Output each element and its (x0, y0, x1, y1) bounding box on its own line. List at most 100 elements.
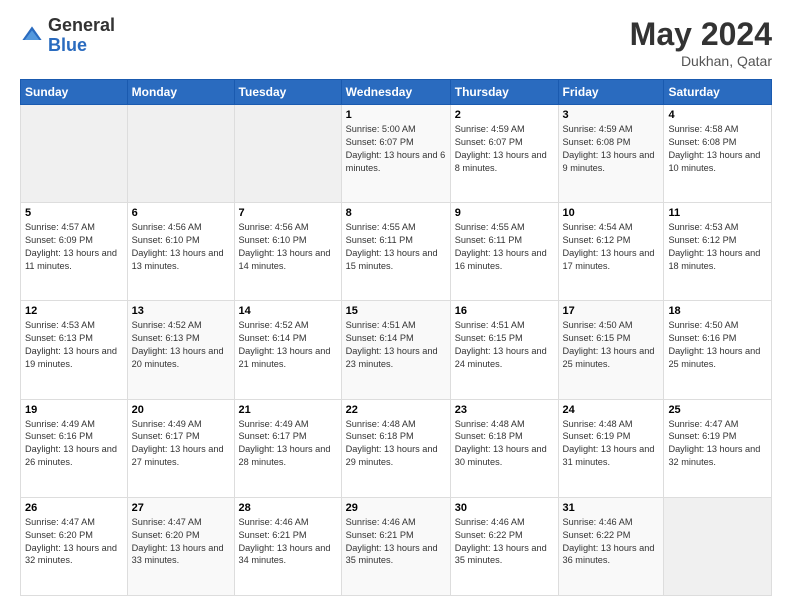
calendar-cell: 7Sunrise: 4:56 AM Sunset: 6:10 PM Daylig… (234, 203, 341, 301)
logo-icon (20, 24, 44, 48)
calendar-cell: 26Sunrise: 4:47 AM Sunset: 6:20 PM Dayli… (21, 497, 128, 595)
calendar-cell: 30 Sunrise: 4:46 AM Sunset: 6:22 PM Dayli… (450, 497, 558, 595)
day-info: Sunrise: 4:48 AM Sunset: 6:19 PM Dayligh… (563, 418, 660, 470)
calendar-cell: 31Sunrise: 4:46 AM Sunset: 6:22 PM Dayli… (558, 497, 664, 595)
day-number: 12 (25, 305, 123, 317)
calendar-cell: 17 Sunrise: 4:50 AM Sunset: 6:15 PM Dayli… (558, 301, 664, 399)
calendar-cell: 16 Sunrise: 4:51 AM Sunset: 6:15 PM Dayli… (450, 301, 558, 399)
title-block: May 2024 Dukhan, Qatar (630, 16, 772, 69)
day-info: Sunrise: 4:56 AM Sunset: 6:10 PM Dayligh… (239, 221, 337, 273)
calendar-cell: 14 Sunrise: 4:52 AM Sunset: 6:14 PM Dayli… (234, 301, 341, 399)
main-title: May 2024 (630, 16, 772, 53)
day-info: Sunrise: 4:53 AM Sunset: 6:12 PM Dayligh… (668, 221, 767, 273)
day-info: Sunrise: 4:48 AM Sunset: 6:18 PM Dayligh… (346, 418, 446, 470)
day-info: Sunrise: 4:48 AM Sunset: 6:18 PM Dayligh… (455, 418, 554, 470)
logo-blue: Blue (48, 36, 115, 56)
calendar-cell: 24Sunrise: 4:48 AM Sunset: 6:19 PM Dayli… (558, 399, 664, 497)
calendar-week-5: 26Sunrise: 4:47 AM Sunset: 6:20 PM Dayli… (21, 497, 772, 595)
calendar-cell (664, 497, 772, 595)
calendar-cell: 2 Sunrise: 4:59 AM Sunset: 6:07 PM Daylig… (450, 105, 558, 203)
day-info: Sunrise: 4:55 AM Sunset: 6:11 PM Dayligh… (455, 221, 554, 273)
calendar-cell: 9 Sunrise: 4:55 AM Sunset: 6:11 PM Daylig… (450, 203, 558, 301)
day-info: Sunrise: 4:58 AM Sunset: 6:08 PM Dayligh… (668, 123, 767, 175)
page: General Blue May 2024 Dukhan, Qatar Sund… (0, 0, 792, 612)
calendar-week-3: 12Sunrise: 4:53 AM Sunset: 6:13 PM Dayli… (21, 301, 772, 399)
calendar-cell: 3Sunrise: 4:59 AM Sunset: 6:08 PM Daylig… (558, 105, 664, 203)
day-number: 19 (25, 404, 123, 416)
day-number: 27 (132, 502, 230, 514)
col-saturday: Saturday (664, 80, 772, 105)
day-info: Sunrise: 4:50 AM Sunset: 6:15 PM Dayligh… (563, 319, 660, 371)
calendar-cell: 25Sunrise: 4:47 AM Sunset: 6:19 PM Dayli… (664, 399, 772, 497)
day-number: 17 (563, 305, 660, 317)
logo-text: General Blue (48, 16, 115, 56)
day-number: 5 (25, 207, 123, 219)
day-info: Sunrise: 4:54 AM Sunset: 6:12 PM Dayligh… (563, 221, 660, 273)
calendar-cell: 21 Sunrise: 4:49 AM Sunset: 6:17 PM Dayli… (234, 399, 341, 497)
header: General Blue May 2024 Dukhan, Qatar (20, 16, 772, 69)
calendar-cell: 12Sunrise: 4:53 AM Sunset: 6:13 PM Dayli… (21, 301, 128, 399)
col-sunday: Sunday (21, 80, 128, 105)
day-info: Sunrise: 4:55 AM Sunset: 6:11 PM Dayligh… (346, 221, 446, 273)
calendar-cell: 23 Sunrise: 4:48 AM Sunset: 6:18 PM Dayli… (450, 399, 558, 497)
calendar-cell (127, 105, 234, 203)
day-number: 4 (668, 109, 767, 121)
logo: General Blue (20, 16, 115, 56)
day-number: 20 (132, 404, 230, 416)
calendar-cell: 4 Sunrise: 4:58 AM Sunset: 6:08 PM Daylig… (664, 105, 772, 203)
day-info: Sunrise: 4:52 AM Sunset: 6:14 PM Dayligh… (239, 319, 337, 371)
day-number: 2 (455, 109, 554, 121)
day-number: 30 (455, 502, 554, 514)
day-number: 6 (132, 207, 230, 219)
day-info: Sunrise: 4:51 AM Sunset: 6:15 PM Dayligh… (455, 319, 554, 371)
day-info: Sunrise: 4:47 AM Sunset: 6:20 PM Dayligh… (25, 516, 123, 568)
calendar-cell: 8Sunrise: 4:55 AM Sunset: 6:11 PM Daylig… (341, 203, 450, 301)
calendar-week-2: 5 Sunrise: 4:57 AM Sunset: 6:09 PM Daylig… (21, 203, 772, 301)
logo-general: General (48, 16, 115, 36)
day-info: Sunrise: 4:46 AM Sunset: 6:21 PM Dayligh… (346, 516, 446, 568)
day-info: Sunrise: 4:57 AM Sunset: 6:09 PM Dayligh… (25, 221, 123, 273)
day-info: Sunrise: 4:50 AM Sunset: 6:16 PM Dayligh… (668, 319, 767, 371)
calendar-cell (21, 105, 128, 203)
calendar-cell: 22 Sunrise: 4:48 AM Sunset: 6:18 PM Dayli… (341, 399, 450, 497)
calendar-header-row: Sunday Monday Tuesday Wednesday Thursday… (21, 80, 772, 105)
day-info: Sunrise: 4:46 AM Sunset: 6:22 PM Dayligh… (455, 516, 554, 568)
day-info: Sunrise: 4:49 AM Sunset: 6:17 PM Dayligh… (239, 418, 337, 470)
calendar-table: Sunday Monday Tuesday Wednesday Thursday… (20, 79, 772, 596)
col-thursday: Thursday (450, 80, 558, 105)
day-info: Sunrise: 4:46 AM Sunset: 6:21 PM Dayligh… (239, 516, 337, 568)
day-number: 10 (563, 207, 660, 219)
col-monday: Monday (127, 80, 234, 105)
calendar-cell: 10 Sunrise: 4:54 AM Sunset: 6:12 PM Dayli… (558, 203, 664, 301)
calendar-cell: 27Sunrise: 4:47 AM Sunset: 6:20 PM Dayli… (127, 497, 234, 595)
col-friday: Friday (558, 80, 664, 105)
day-number: 23 (455, 404, 554, 416)
day-number: 22 (346, 404, 446, 416)
day-info: Sunrise: 4:47 AM Sunset: 6:19 PM Dayligh… (668, 418, 767, 470)
sub-title: Dukhan, Qatar (630, 53, 772, 69)
calendar-cell: 15 Sunrise: 4:51 AM Sunset: 6:14 PM Dayli… (341, 301, 450, 399)
calendar-cell (234, 105, 341, 203)
calendar-cell: 5 Sunrise: 4:57 AM Sunset: 6:09 PM Daylig… (21, 203, 128, 301)
calendar-cell: 6Sunrise: 4:56 AM Sunset: 6:10 PM Daylig… (127, 203, 234, 301)
day-info: Sunrise: 5:00 AM Sunset: 6:07 PM Dayligh… (346, 123, 446, 175)
col-wednesday: Wednesday (341, 80, 450, 105)
calendar-cell: 20 Sunrise: 4:49 AM Sunset: 6:17 PM Dayli… (127, 399, 234, 497)
day-info: Sunrise: 4:49 AM Sunset: 6:16 PM Dayligh… (25, 418, 123, 470)
day-number: 1 (346, 109, 446, 121)
day-number: 15 (346, 305, 446, 317)
day-number: 9 (455, 207, 554, 219)
day-info: Sunrise: 4:59 AM Sunset: 6:07 PM Dayligh… (455, 123, 554, 175)
day-number: 16 (455, 305, 554, 317)
day-number: 21 (239, 404, 337, 416)
col-tuesday: Tuesday (234, 80, 341, 105)
calendar-week-1: 1 Sunrise: 5:00 AM Sunset: 6:07 PM Daylig… (21, 105, 772, 203)
day-number: 14 (239, 305, 337, 317)
day-info: Sunrise: 4:51 AM Sunset: 6:14 PM Dayligh… (346, 319, 446, 371)
day-number: 3 (563, 109, 660, 121)
calendar-cell: 11Sunrise: 4:53 AM Sunset: 6:12 PM Dayli… (664, 203, 772, 301)
day-number: 28 (239, 502, 337, 514)
day-number: 29 (346, 502, 446, 514)
day-info: Sunrise: 4:46 AM Sunset: 6:22 PM Dayligh… (563, 516, 660, 568)
day-info: Sunrise: 4:49 AM Sunset: 6:17 PM Dayligh… (132, 418, 230, 470)
